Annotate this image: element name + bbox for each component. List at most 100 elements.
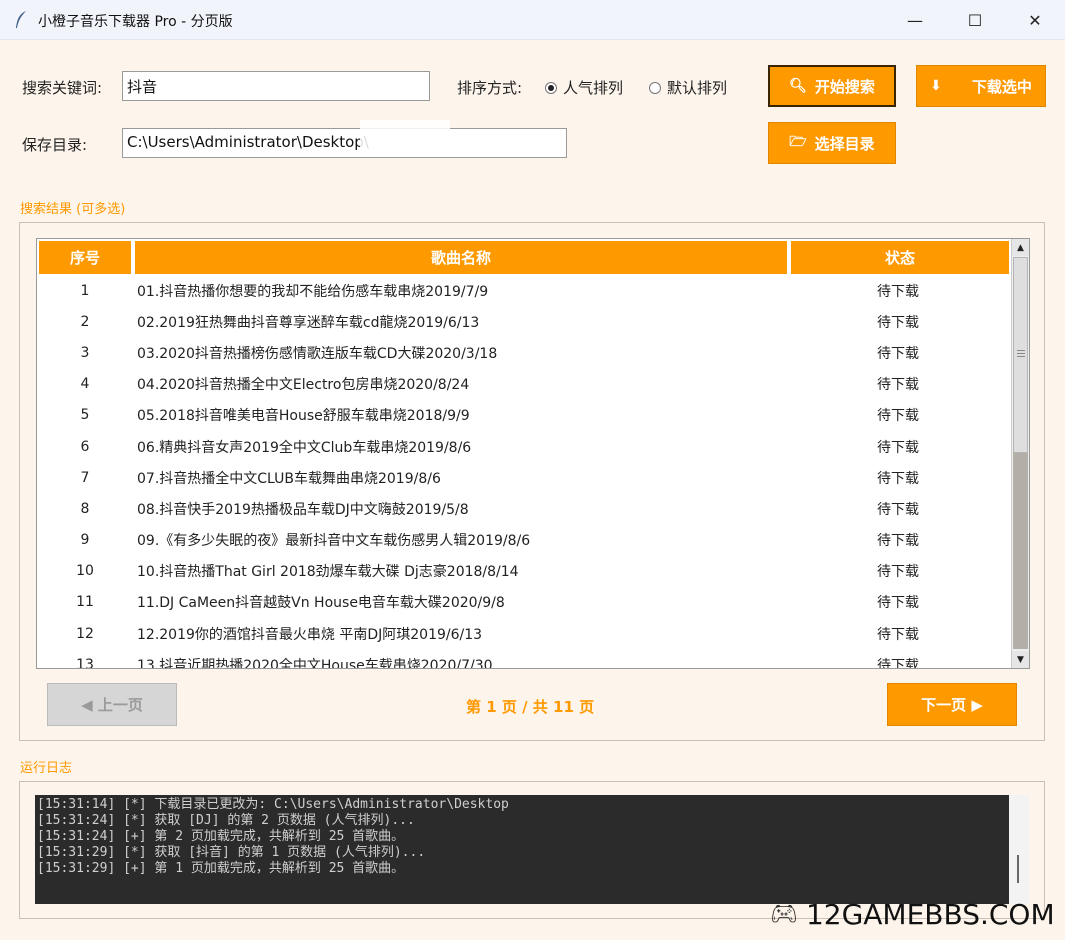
- search-button-label: 开始搜索: [814, 77, 875, 96]
- row-index: 7: [80, 469, 90, 486]
- sort-radio-default[interactable]: 默认排列: [649, 77, 727, 98]
- row-index: 5: [80, 407, 90, 424]
- row-index: 11: [76, 594, 94, 611]
- watermark-text: 12GAMEBBS.COM: [805, 897, 1055, 931]
- table-row[interactable]: 3 03.2020抖音热播榜伤感情歌连版车载CD大碟2020/3/18 待下载: [37, 337, 1012, 368]
- log-line: [15:31:24] [*] 获取 [DJ] 的第 2 页数据 (人气排列)..…: [37, 813, 415, 828]
- row-song-name: 10.抖音热播That Girl 2018劲爆车载大碟 Dj志豪2018/8/1…: [137, 564, 519, 581]
- watermark: 🎮︎ 12GAMEBBS.COM: [770, 892, 1060, 936]
- table-body: 1 01.抖音热播你想要的我却不能给伤感车载串烧2019/7/9 待下载 2 02.20…: [37, 275, 1012, 669]
- window-title: 小橙子音乐下载器 Pro - 分页版: [38, 14, 233, 30]
- table-row[interactable]: 13 13.抖音近期热播2020全中文House车载串烧2020/7/30 待下载: [37, 649, 1012, 669]
- table-row[interactable]: 6 06.精典抖音女声2019全中文Club车载串烧2019/8/6 待下载: [37, 431, 1012, 462]
- row-index: 12: [76, 625, 94, 642]
- row-index: 2: [80, 313, 90, 330]
- download-button-label: 下载选中: [971, 77, 1032, 96]
- search-icon: 🔍︎: [789, 78, 807, 94]
- scrollbar-track[interactable]: [1013, 453, 1028, 649]
- row-song-name: 12.2019你的酒馆抖音最火串烧 平南DJ阿琪2019/6/13: [137, 626, 483, 643]
- row-index: 13: [76, 656, 94, 669]
- table-row[interactable]: 4 04.2020抖音热播全中文Electro包房串烧2020/8/24 待下载: [37, 369, 1012, 400]
- row-status: 待下载: [877, 314, 919, 331]
- log-output[interactable]: [15:31:14] [*] 下载目录已更改为: C:\Users\Admini…: [35, 795, 1009, 904]
- log-scrollbar-grip[interactable]: [1017, 855, 1019, 883]
- search-button[interactable]: 🔍︎ 开始搜索: [768, 65, 896, 107]
- row-song-name: 02.2019狂热舞曲抖音尊享迷醉车载cd龍烧2019/6/13: [137, 314, 480, 331]
- choose-dir-label: 选择目录: [814, 134, 875, 153]
- page-info: 第 1 页 / 共 11 页: [466, 698, 595, 716]
- column-header-name[interactable]: 歌曲名称: [133, 239, 789, 275]
- sort-option-label: 人气排列: [563, 79, 624, 97]
- feather-icon: [16, 11, 26, 28]
- scroll-down-icon[interactable]: ▼: [1012, 651, 1029, 668]
- next-page-button[interactable]: 下一页 ▶: [887, 683, 1017, 726]
- row-status: 待下载: [877, 501, 919, 518]
- results-scrollbar[interactable]: ▲ ▼: [1011, 239, 1029, 668]
- folder-icon: 🗁︎: [789, 134, 807, 150]
- row-song-name: 03.2020抖音热播榜伤感情歌连版车载CD大碟2020/3/18: [137, 345, 498, 362]
- table-row[interactable]: 12 12.2019你的酒馆抖音最火串烧 平南DJ阿琪2019/6/13 待下载: [37, 618, 1012, 649]
- row-index: 3: [80, 344, 90, 361]
- table-row[interactable]: 2 02.2019狂热舞曲抖音尊享迷醉车载cd龍烧2019/6/13 待下载: [37, 306, 1012, 337]
- keyword-input[interactable]: 抖音: [122, 71, 430, 101]
- row-status: 待下载: [877, 470, 919, 487]
- row-song-name: 13.抖音近期热播2020全中文House车载串烧2020/7/30: [137, 657, 493, 669]
- sort-radio-popular[interactable]: 人气排列: [545, 77, 623, 98]
- prev-page-button[interactable]: ◀ 上一页: [47, 683, 177, 726]
- table-row[interactable]: 11 11.DJ CaMeen抖音越鼓Vn House电音车载大碟2020/9/8…: [37, 587, 1012, 618]
- radio-selected-icon: [545, 81, 557, 94]
- radio-unselected-icon: [649, 81, 661, 94]
- title-bar: 小橙子音乐下载器 Pro - 分页版 — ☐ ✕: [0, 0, 1065, 40]
- row-status: 待下载: [877, 657, 919, 669]
- row-status: 待下载: [877, 595, 919, 612]
- row-song-name: 04.2020抖音热播全中文Electro包房串烧2020/8/24: [137, 377, 470, 394]
- save-dir-label: 保存目录:: [22, 136, 88, 154]
- table-row[interactable]: 9 09.《有多少失眠的夜》最新抖音中文车载伤感男人辑2019/8/6 待下载: [37, 525, 1012, 556]
- table-row[interactable]: 8 08.抖音快手2019热播极品车载DJ中文嗨鼓2019/5/8 待下载: [37, 493, 1012, 524]
- gamepad-icon: 🎮︎: [770, 901, 798, 927]
- scroll-up-icon[interactable]: ▲: [1012, 239, 1029, 256]
- results-table: 序号 歌曲名称 状态 1 01.抖音热播你想要的我却不能给伤感车载串烧2019/7…: [36, 238, 1030, 669]
- download-arrow-icon: ⬇: [930, 78, 942, 94]
- row-song-name: 07.抖音热播全中文CLUB车载舞曲串烧2019/8/6: [137, 470, 441, 487]
- keyword-label: 搜索关键词:: [22, 79, 103, 97]
- row-song-name: 01.抖音热播你想要的我却不能给伤感车载串烧2019/7/9: [137, 283, 489, 300]
- row-status: 待下载: [877, 377, 919, 394]
- table-row[interactable]: 5 05.2018抖音唯美电音House舒服车载串烧2018/9/9 待下载: [37, 400, 1012, 431]
- log-line: [15:31:24] [+] 第 2 页加载完成，共解析到 25 首歌曲。: [37, 829, 405, 844]
- row-index: 10: [76, 563, 94, 580]
- column-header-status[interactable]: 状态: [789, 239, 1011, 275]
- log-line: [15:31:29] [+] 第 1 页加载完成，共解析到 25 首歌曲。: [37, 861, 405, 876]
- redaction-patch: [360, 120, 450, 156]
- table-row[interactable]: 10 10.抖音热播That Girl 2018劲爆车载大碟 Dj志豪2018/8…: [37, 556, 1012, 587]
- maximize-button[interactable]: ☐: [946, 0, 1004, 40]
- log-section-label: 运行日志: [20, 761, 73, 776]
- row-song-name: 06.精典抖音女声2019全中文Club车载串烧2019/8/6: [137, 439, 472, 456]
- save-dir-input[interactable]: C:\Users\Administrator\Desktop\: [122, 128, 567, 158]
- download-selected-button[interactable]: ⬇ 下载选中: [916, 65, 1046, 107]
- log-line: [15:31:29] [*] 获取 [抖音] 的第 1 页数据 (人气排列)..…: [37, 845, 426, 860]
- minimize-button[interactable]: —: [886, 0, 944, 40]
- row-status: 待下载: [877, 626, 919, 643]
- column-header-index[interactable]: 序号: [37, 239, 133, 275]
- sort-option-label: 默认排列: [667, 79, 728, 97]
- results-section-label: 搜索结果 (可多选): [20, 202, 126, 217]
- row-index: 9: [80, 532, 90, 549]
- row-song-name: 08.抖音快手2019热播极品车载DJ中文嗨鼓2019/5/8: [137, 501, 469, 518]
- choose-dir-button[interactable]: 🗁︎ 选择目录: [768, 122, 896, 164]
- row-index: 4: [80, 376, 90, 393]
- table-row[interactable]: 1 01.抖音热播你想要的我却不能给伤感车载串烧2019/7/9 待下载: [37, 275, 1012, 306]
- close-button[interactable]: ✕: [1006, 0, 1064, 40]
- table-row[interactable]: 7 07.抖音热播全中文CLUB车载舞曲串烧2019/8/6 待下载: [37, 462, 1012, 493]
- row-index: 8: [80, 500, 90, 517]
- row-song-name: 09.《有多少失眠的夜》最新抖音中文车载伤感男人辑2019/8/6: [137, 533, 531, 550]
- row-index: 1: [80, 282, 90, 299]
- table-header: 序号 歌曲名称 状态: [37, 239, 1011, 275]
- row-status: 待下载: [877, 533, 919, 550]
- row-status: 待下载: [877, 564, 919, 581]
- scrollbar-thumb[interactable]: [1013, 257, 1028, 453]
- log-scrollbar[interactable]: [1009, 795, 1029, 904]
- row-song-name: 05.2018抖音唯美电音House舒服车载串烧2018/9/9: [137, 408, 470, 425]
- log-line: [15:31:14] [*] 下载目录已更改为: C:\Users\Admini…: [37, 797, 509, 812]
- row-status: 待下载: [877, 345, 919, 362]
